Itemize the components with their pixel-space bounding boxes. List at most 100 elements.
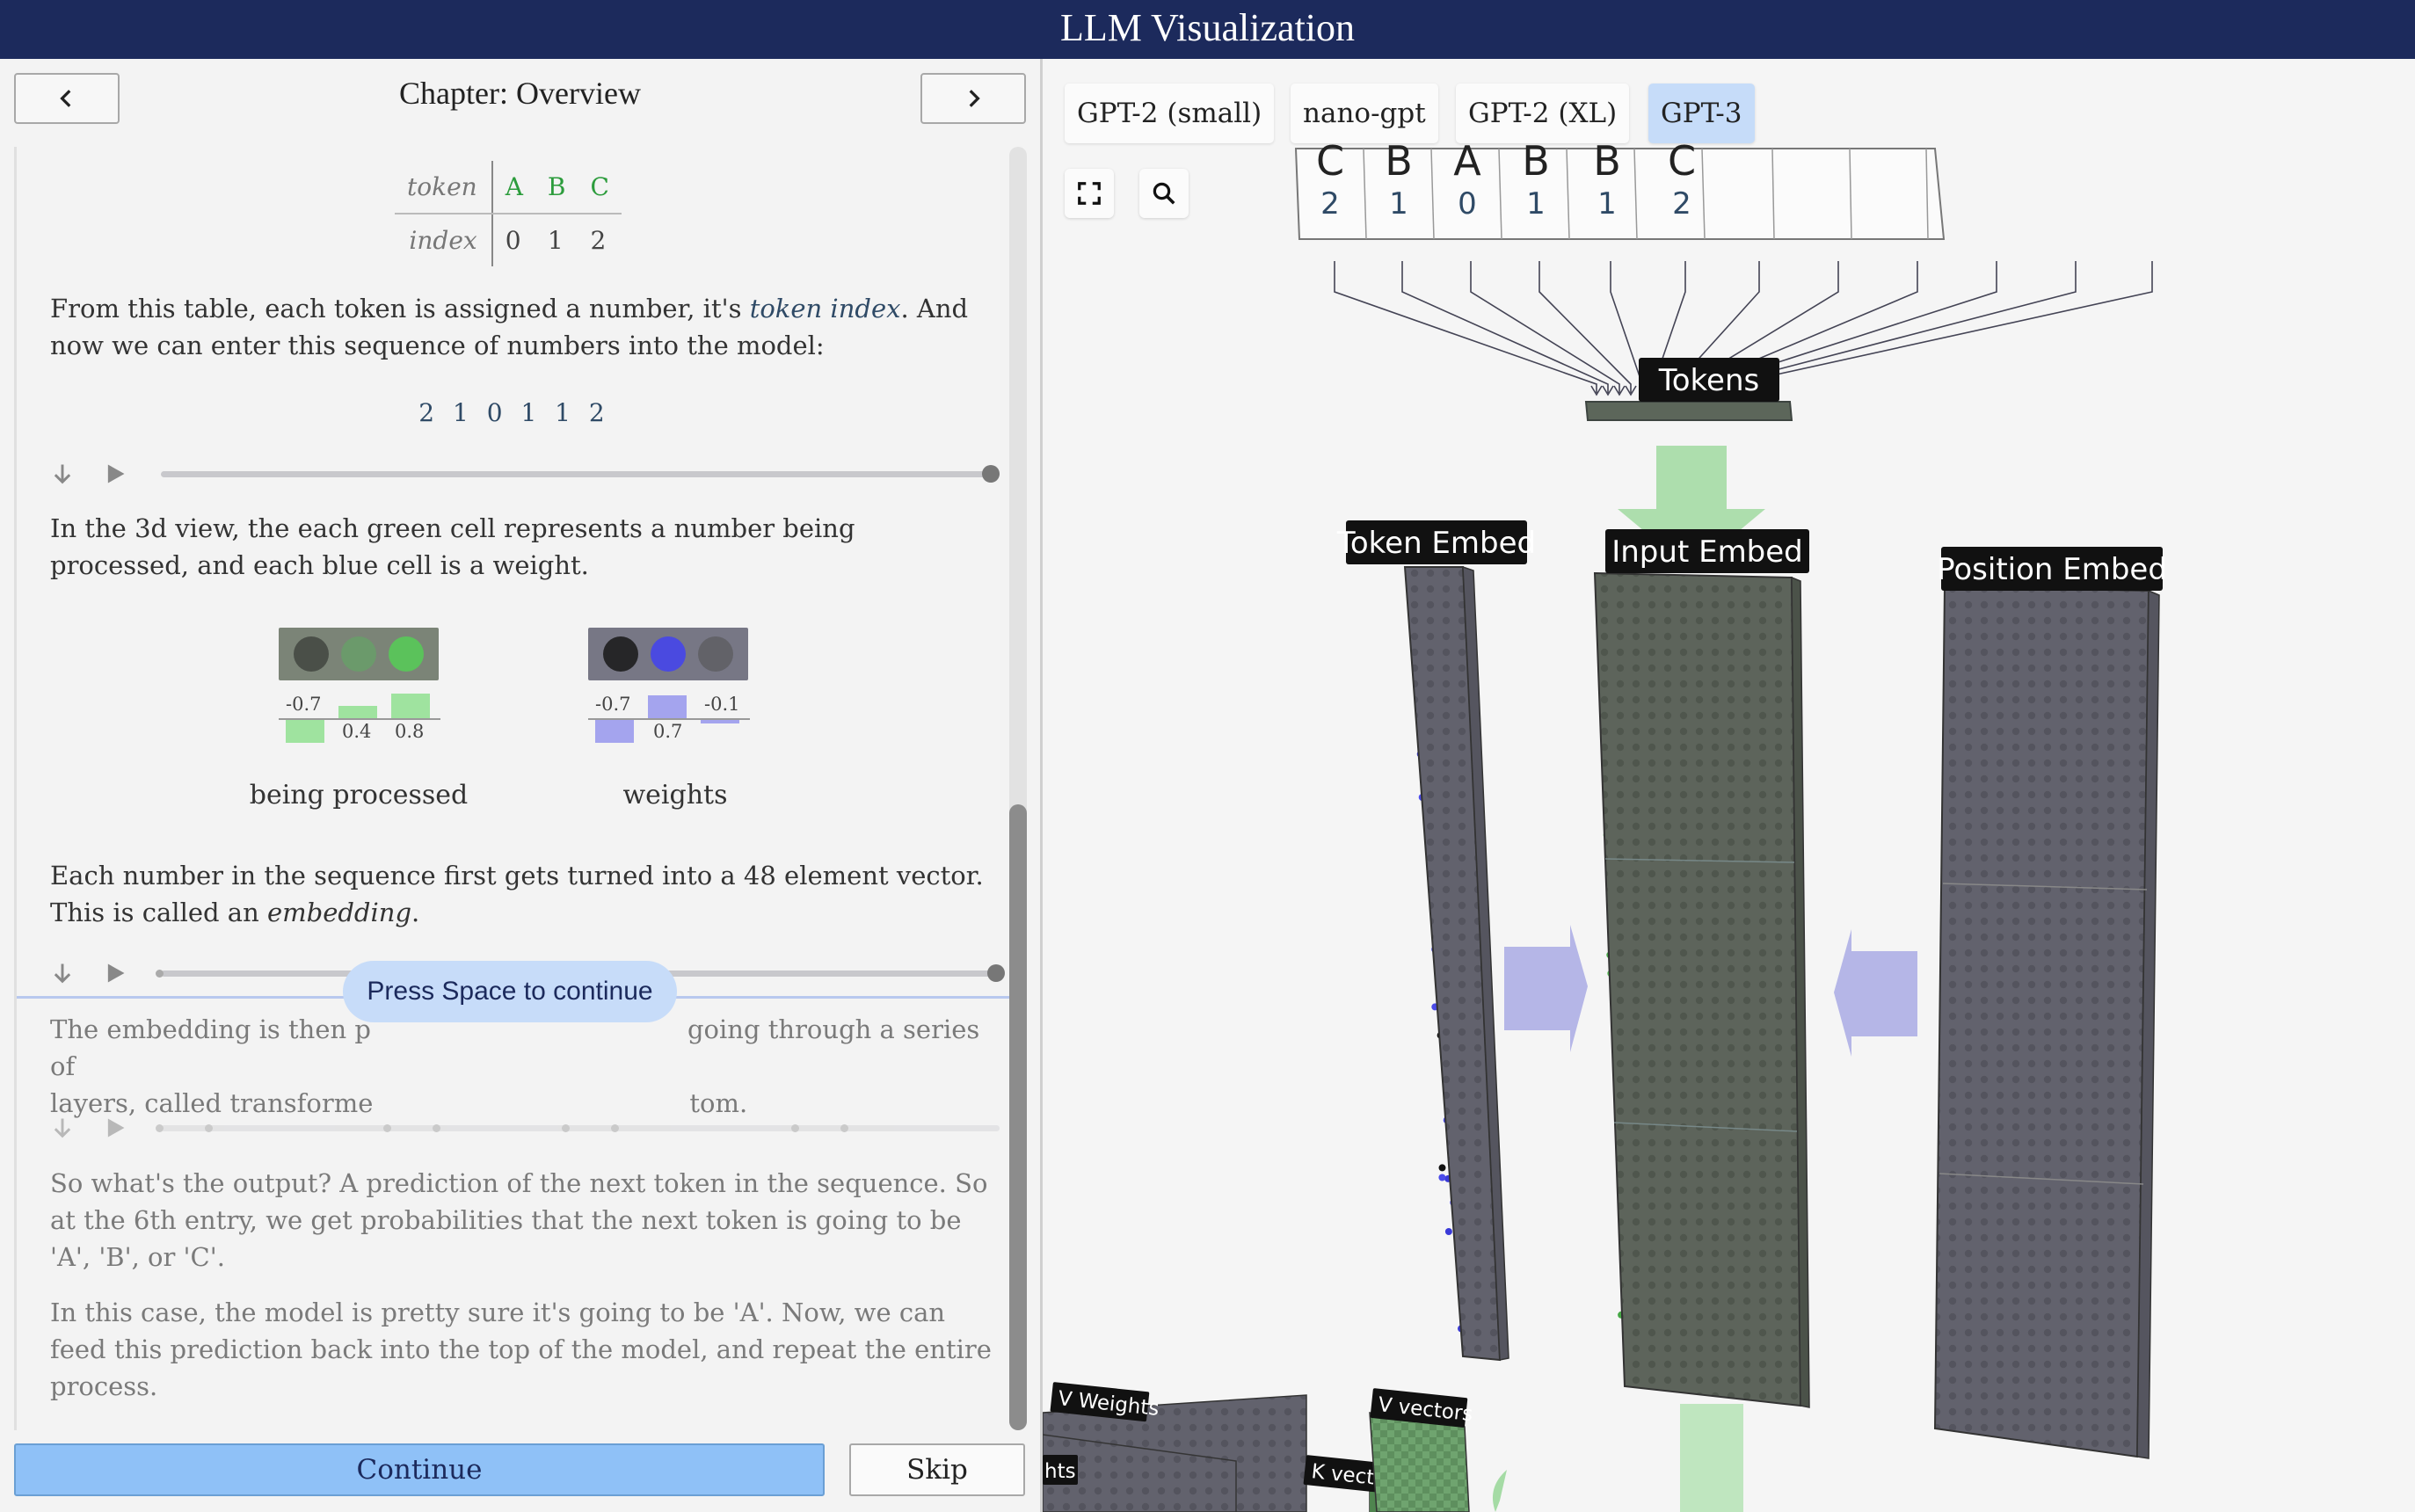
index-row-label: index — [395, 214, 493, 266]
play-icon[interactable] — [103, 1116, 127, 1140]
text: The embedding is then p — [50, 1014, 371, 1044]
skip-button[interactable]: Skip — [849, 1443, 1025, 1496]
bar-label: -0.7 — [595, 694, 631, 715]
matrix-cell — [1438, 1174, 1446, 1181]
next-chapter-button[interactable] — [920, 73, 1026, 124]
text: . — [411, 898, 420, 927]
search-icon — [1153, 182, 1175, 205]
tab-nano-gpt[interactable]: nano-gpt — [1291, 84, 1438, 143]
bar — [701, 720, 739, 723]
chapter-bar: Chapter: Overview — [0, 59, 1040, 147]
token-row-label: token — [395, 161, 493, 214]
index-cell: 1 — [547, 226, 564, 255]
cell — [698, 636, 733, 672]
walkthrough-panel: Chapter: Overview token A B C index 0 1 … — [0, 59, 1040, 1512]
processed-caption: being processed — [249, 780, 469, 811]
tokens-label: Tokens — [1658, 363, 1759, 398]
input-token-letter: C — [1316, 137, 1344, 185]
cell — [603, 636, 638, 672]
paragraph-cells: In the 3d view, the each green cell repr… — [50, 513, 855, 580]
tab-gpt3[interactable]: GPT-3 — [1648, 84, 1755, 143]
tab-gpt2-xl[interactable]: GPT-2 (XL) — [1456, 84, 1630, 143]
3d-view-panel: C B A B B C 2 1 0 1 1 2 Tokens Token Emb… — [1040, 59, 2415, 1512]
app-title: LLM Visualization — [0, 0, 2415, 59]
progress-knob[interactable] — [987, 964, 1005, 982]
bar — [338, 706, 377, 718]
index-cell: 2 — [590, 226, 607, 255]
arrow-down-icon[interactable] — [50, 1116, 75, 1140]
continue-button[interactable]: Continue — [14, 1443, 825, 1496]
bar — [648, 695, 687, 718]
position-embed-matrix — [1933, 585, 2150, 1458]
input-token-index: 1 — [1526, 186, 1546, 222]
flow-arrow-down — [1680, 1404, 1743, 1512]
input-embed-label: Input Embed — [1611, 534, 1803, 570]
text: Each number in the sequence first gets t… — [50, 861, 984, 927]
input-token-index: 0 — [1458, 186, 1477, 222]
input-token-letter: A — [1453, 137, 1481, 185]
weights-caption: weights — [622, 780, 728, 811]
chevron-left-icon — [60, 90, 71, 107]
input-token-index: 2 — [1320, 186, 1340, 222]
processed-bar-chart: -0.7 0.4 0.8 — [279, 694, 455, 755]
input-token-index: 2 — [1672, 186, 1691, 222]
input-embed-matrix — [1593, 571, 1802, 1407]
paragraph-transformers: The embedding is then p going through a s… — [50, 1011, 1000, 1122]
input-token-index: 1 — [1389, 186, 1408, 222]
token-cell: A — [491, 161, 535, 214]
paragraph-output: So what's the output? A prediction of th… — [50, 1168, 988, 1272]
matrix-cell — [1438, 1164, 1446, 1172]
token-embed-label: Token Embed — [1336, 526, 1536, 561]
progress-track[interactable] — [161, 471, 1000, 477]
scrollbar-thumb[interactable] — [1009, 804, 1027, 1430]
input-token-letter: B — [1385, 137, 1413, 185]
progress-knob[interactable] — [982, 465, 1000, 483]
progress-track[interactable] — [161, 1125, 1000, 1131]
bar — [391, 694, 430, 718]
progress-marker — [791, 1124, 799, 1132]
bar-label: 0.7 — [653, 721, 683, 742]
cell — [651, 636, 686, 672]
search-button[interactable] — [1139, 169, 1189, 218]
paragraph-token-index: From this table, each token is assigned … — [50, 290, 1000, 364]
fullscreen-icon — [1078, 182, 1101, 205]
token-table: token A B C index 0 1 2 — [395, 161, 622, 266]
progress-marker — [433, 1124, 440, 1132]
play-icon[interactable] — [103, 462, 127, 486]
processed-cells — [279, 628, 439, 680]
bar-label: 0.4 — [342, 721, 372, 742]
tokens-block — [1584, 401, 1793, 421]
arrow-down-icon[interactable] — [50, 961, 75, 985]
bar — [286, 720, 324, 743]
index-cell: 0 — [505, 226, 521, 255]
progress-marker — [562, 1124, 570, 1132]
matrix-cell — [1444, 1228, 1452, 1235]
input-token-letter: C — [1668, 137, 1696, 185]
input-token-letter: B — [1593, 137, 1621, 185]
token-sequence: 2 1 0 1 1 2 — [418, 398, 610, 427]
fullscreen-button[interactable] — [1065, 169, 1114, 218]
paragraph-embedding: Each number in the sequence first gets t… — [50, 857, 1000, 931]
progress-marker — [611, 1124, 619, 1132]
play-icon[interactable] — [103, 961, 127, 985]
token-cell: B — [535, 161, 578, 214]
cell — [341, 636, 376, 672]
progress-marker — [156, 1124, 164, 1132]
progress-marker — [156, 970, 164, 978]
v-vectors-matrix — [1369, 1412, 1470, 1512]
token-cell: C — [578, 161, 622, 214]
text: From this table, each token is assigned … — [50, 294, 750, 323]
token-embed-arrow — [1504, 925, 1588, 1052]
chevron-right-icon — [969, 90, 980, 107]
token-index-link[interactable]: token index — [750, 294, 901, 323]
weights-bar-chart: -0.7 0.7 -0.1 — [588, 694, 764, 755]
tab-gpt2-small[interactable]: GPT-2 (small) — [1065, 84, 1275, 143]
weights-label: hts — [1044, 1460, 1076, 1483]
model-3d-scene[interactable]: C B A B B C 2 1 0 1 1 2 Tokens Token Emb… — [1043, 59, 2415, 1512]
press-space-tooltip: Press Space to continue — [343, 961, 677, 1022]
progress-marker — [383, 1124, 391, 1132]
weight-cells — [588, 628, 748, 680]
chapter-title: Chapter: Overview — [399, 76, 641, 111]
arrow-down-icon[interactable] — [50, 462, 75, 486]
prev-chapter-button[interactable] — [14, 73, 120, 124]
